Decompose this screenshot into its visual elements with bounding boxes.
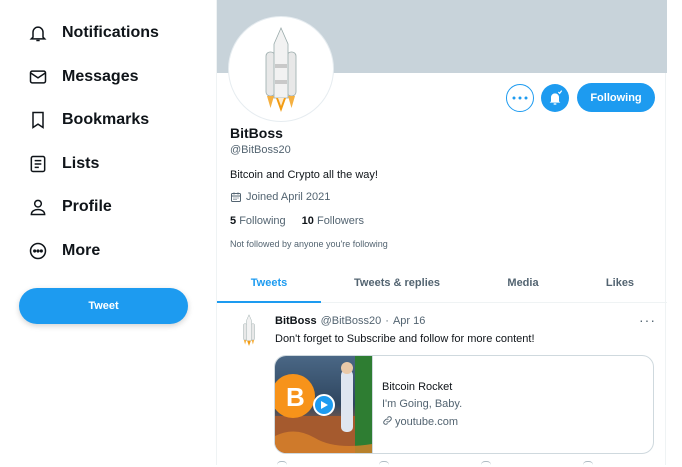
sidebar-item-label: Notifications: [62, 24, 159, 41]
tweet-date[interactable]: Apr 16: [393, 315, 425, 327]
video-thumbnail: B: [275, 356, 373, 453]
sidebar-item-label: Lists: [62, 155, 100, 172]
rocket-icon: [243, 314, 255, 346]
notifications-button[interactable]: [541, 84, 569, 112]
reply-icon[interactable]: [277, 461, 287, 467]
tweet-text: Don't forget to Subscribe and follow for…: [275, 333, 535, 345]
tweet-more-button[interactable]: ···: [639, 312, 656, 328]
joined-date: Joined April 2021: [246, 191, 331, 203]
rocket-icon: [265, 27, 297, 112]
envelope-icon: [26, 65, 50, 89]
bookmark-icon: [26, 108, 50, 132]
card-body: Bitcoin Rocket I'm Going, Baby. youtube.…: [373, 356, 462, 453]
following-link[interactable]: 5 Following: [230, 215, 286, 227]
followers-link[interactable]: 10 Followers: [302, 215, 364, 227]
profile-avatar[interactable]: [229, 17, 333, 121]
bell-icon: [26, 21, 50, 45]
retweet-icon[interactable]: [379, 461, 389, 467]
sidebar-item-label: More: [62, 242, 101, 259]
tab-likes[interactable]: Likes: [573, 264, 667, 302]
tab-tweets-replies[interactable]: Tweets & replies: [321, 264, 473, 302]
sidebar-item-lists[interactable]: Lists: [26, 150, 99, 178]
follow-stats: 5 Following 10 Followers: [230, 215, 364, 227]
followers-label: Followers: [316, 215, 365, 227]
share-icon[interactable]: [583, 461, 593, 467]
tweet-author-handle[interactable]: @BitBoss20: [321, 315, 382, 327]
card-link: youtube.com: [382, 415, 462, 429]
svg-text:B: B: [286, 382, 305, 412]
ellipsis-icon: [512, 96, 528, 100]
sidebar-item-notifications[interactable]: Notifications: [26, 19, 159, 47]
profile-column: Following BitBoss @BitBoss20 Bitcoin and…: [216, 0, 667, 465]
tweet-avatar[interactable]: [231, 312, 267, 348]
play-icon[interactable]: [313, 394, 335, 416]
sidebar-item-bookmarks[interactable]: Bookmarks: [26, 106, 149, 134]
profile-handle: @BitBoss20: [230, 144, 291, 156]
card-description: I'm Going, Baby.: [382, 398, 463, 410]
tab-media[interactable]: Media: [473, 264, 573, 302]
card-title: Bitcoin Rocket: [382, 381, 453, 393]
calendar-icon: [230, 191, 242, 203]
tweet-button[interactable]: Tweet: [19, 288, 188, 324]
sidebar-item-more[interactable]: More: [26, 237, 100, 265]
tweet-item[interactable]: BitBoss @BitBoss20 · Apr 16 ··· Don't fo…: [217, 304, 667, 465]
card-domain: youtube.com: [395, 416, 458, 428]
following-button[interactable]: Following: [577, 83, 655, 112]
bell-check-icon: [549, 90, 563, 105]
person-icon: [26, 195, 50, 219]
sidebar-item-label: Profile: [62, 198, 112, 215]
list-icon: [26, 152, 50, 176]
tweet-author-name[interactable]: BitBoss: [275, 315, 317, 327]
tab-tweets[interactable]: Tweets: [217, 264, 321, 303]
sidebar-item-profile[interactable]: Profile: [26, 193, 112, 221]
following-count: 5: [230, 215, 237, 227]
link-icon: [382, 415, 393, 429]
sidebar-item-label: Messages: [62, 68, 139, 85]
link-card[interactable]: B Bitcoin Rocket I'm Going, Baby. youtub…: [274, 355, 654, 454]
profile-tabs: Tweets Tweets & replies Media Likes: [217, 264, 667, 303]
like-icon[interactable]: [481, 461, 491, 467]
sidebar-nav: Notifications Messages Bookmarks Lists P…: [0, 0, 216, 465]
sidebar-item-label: Bookmarks: [62, 111, 150, 128]
sidebar-item-messages[interactable]: Messages: [26, 63, 139, 91]
followers-count: 10: [301, 215, 314, 227]
more-circle-icon: [26, 239, 50, 263]
not-followed-note: Not followed by anyone you're following: [230, 239, 388, 249]
tweet-separator: ·: [385, 315, 389, 327]
profile-display-name: BitBoss: [230, 125, 283, 141]
following-label: Following: [239, 215, 286, 227]
tweet-actions: [275, 461, 595, 467]
profile-bio: Bitcoin and Crypto all the way!: [230, 169, 378, 181]
more-options-button[interactable]: [506, 84, 534, 112]
profile-joined: Joined April 2021: [230, 191, 330, 203]
tweet-header: BitBoss @BitBoss20 · Apr 16: [275, 315, 425, 327]
